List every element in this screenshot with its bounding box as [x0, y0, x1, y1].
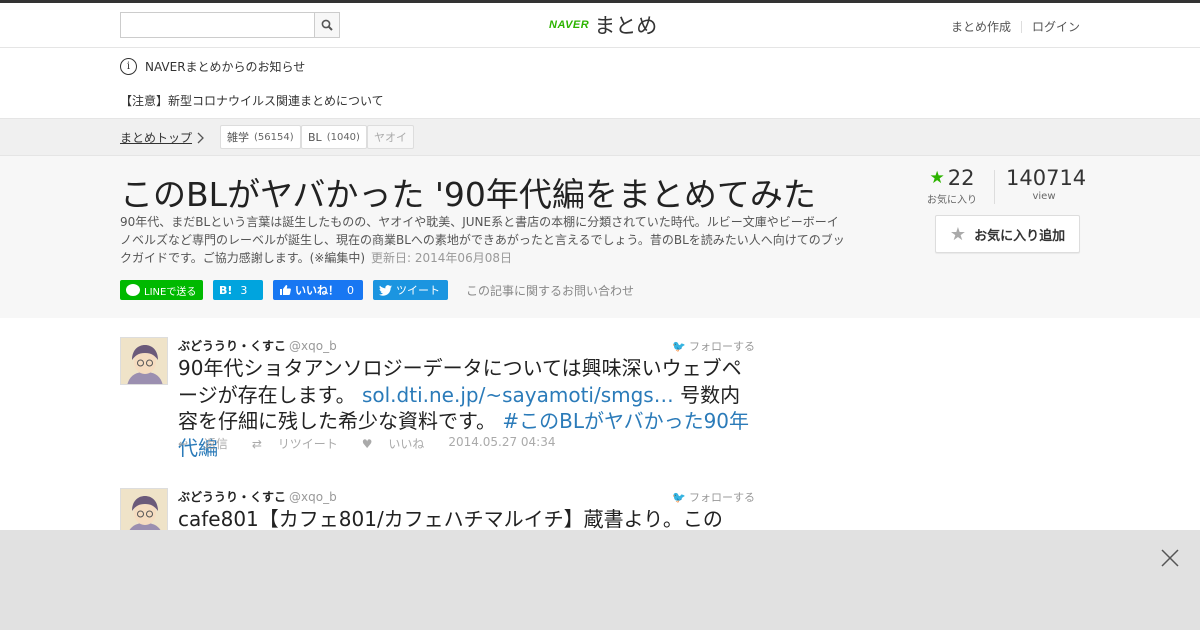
reply-icon: ↩ [178, 437, 192, 451]
tag-label: BL [308, 130, 322, 144]
article-description: 90年代、まだBLという言葉は誕生したものの、ヤオイや耽美、JUNE系と書店の本… [120, 213, 845, 267]
search-input[interactable] [120, 12, 315, 38]
header-divider [1020, 20, 1022, 33]
chevron-right-icon [197, 132, 204, 144]
twitter-bird-icon: 🐦 [672, 339, 686, 353]
share-buttons: LINEで送る B! 3 いいね！ 0 ツイート この記事に関するお問い合わせ [120, 280, 634, 300]
stat-divider [994, 170, 995, 204]
search-button[interactable] [314, 12, 340, 38]
star-icon: ★ [949, 223, 967, 245]
avatar-illustration [121, 338, 167, 384]
tweet-link[interactable]: sol.dti.ne.jp/~sayamoti/smgs… [362, 383, 674, 407]
avatar[interactable] [120, 488, 168, 536]
facebook-like-label: いいね！ [295, 284, 339, 297]
breadcrumb: まとめトップ 雑学 (56154) BL (1040) ヤオイ [0, 118, 1200, 156]
line-icon [126, 284, 140, 296]
tag-label: 雑学 [227, 131, 249, 144]
reply-label: 返信 [203, 437, 228, 451]
tag-label: ヤオイ [374, 131, 407, 144]
follow-button[interactable]: 🐦 フォローする [672, 489, 755, 505]
tweet-label: ツイート [396, 284, 440, 297]
hatena-icon: B! [219, 283, 233, 297]
author-handle: @xqo_b [289, 339, 337, 353]
view-number: 140714 [1006, 166, 1087, 190]
twitter-bird-icon [379, 284, 392, 296]
tag-bl[interactable]: BL (1040) [301, 125, 367, 149]
ad-overlay [0, 530, 1200, 630]
view-label: view [1032, 191, 1056, 202]
tweet-author[interactable]: ぶどううり・くすこ @xqo_b [178, 337, 337, 354]
favorites-number: 22 [947, 166, 975, 190]
author-handle: @xqo_b [289, 490, 337, 504]
tweet-date[interactable]: 2014.05.27 04:34 [448, 435, 555, 452]
notice-heading[interactable]: i NAVERまとめからのお知らせ [120, 58, 305, 75]
tweet-button[interactable]: ツイート [373, 280, 448, 300]
retweet-label: リツイート [277, 437, 338, 451]
line-share-label: LINEで送る [144, 286, 197, 298]
hatena-count: 3 [240, 283, 248, 297]
follow-label: フォローする [689, 340, 755, 353]
like-button[interactable]: ♥ いいね [362, 435, 437, 452]
updated-date: 更新日: 2014年06月08日 [371, 251, 512, 265]
author-name: ぶどううり・くすこ [178, 490, 287, 504]
page-title: このBLがヤバかった '90年代編をまとめてみた [120, 175, 816, 214]
breadcrumb-top-link[interactable]: まとめトップ [120, 129, 192, 146]
notice-heading-text: NAVERまとめからのお知らせ [145, 60, 306, 74]
notice-item-link[interactable]: 【注意】新型コロナウイルス関連まとめについて [120, 92, 384, 109]
follow-button[interactable]: 🐦 フォローする [672, 338, 755, 354]
author-name: ぶどううり・くすこ [178, 339, 287, 353]
favorites-count: ★ 22 お気に入り [922, 166, 982, 206]
info-icon: i [120, 58, 137, 75]
site-logo[interactable]: NAVER まとめ [549, 10, 657, 40]
site-header: NAVER まとめ まとめ作成 ログイン [0, 3, 1200, 48]
retweet-icon: ⇄ [251, 437, 266, 451]
search-icon [321, 19, 333, 31]
retweet-button[interactable]: ⇄ リツイート [252, 435, 350, 452]
tweet-author[interactable]: ぶどううり・くすこ @xqo_b [178, 488, 337, 505]
create-matome-link[interactable]: まとめ作成 [951, 18, 1011, 35]
inquiry-link[interactable]: この記事に関するお問い合わせ [466, 282, 634, 299]
article-header: このBLがヤバかった '90年代編をまとめてみた 90年代、まだBLという言葉は… [0, 156, 1200, 318]
line-share-button[interactable]: LINEで送る [120, 280, 203, 300]
tag-zatsugaku[interactable]: 雑学 (56154) [220, 125, 301, 149]
logo-matome: まとめ [594, 14, 658, 38]
header-links: まとめ作成 ログイン [951, 18, 1080, 35]
login-link[interactable]: ログイン [1032, 18, 1080, 35]
facebook-like-count: 0 [347, 283, 354, 297]
facebook-thumb-icon [280, 285, 291, 295]
tag-yaoi[interactable]: ヤオイ [367, 125, 414, 149]
favorites-label: お気に入り [927, 195, 977, 206]
tweet-actions: ↩ 返信 ⇄ リツイート ♥ いいね 2014.05.27 04:34 [178, 435, 567, 452]
add-favorite-label: お気に入り追加 [974, 228, 1066, 244]
tag-count: (56154) [254, 131, 294, 143]
twitter-bird-icon: 🐦 [672, 490, 686, 504]
hatena-bookmark-button[interactable]: B! 3 [213, 280, 263, 300]
star-icon: ★ [929, 168, 945, 188]
reply-button[interactable]: ↩ 返信 [178, 435, 240, 452]
view-count: 140714 view [1006, 166, 1087, 202]
heart-icon: ♥ [361, 437, 377, 451]
follow-label: フォローする [689, 491, 755, 504]
notice-section: i NAVERまとめからのお知らせ 【注意】新型コロナウイルス関連まとめについて [0, 48, 1200, 118]
like-label: いいね [388, 437, 425, 451]
logo-naver: NAVER [549, 19, 590, 31]
avatar[interactable] [120, 337, 168, 385]
facebook-like-button[interactable]: いいね！ 0 [273, 280, 363, 300]
avatar-illustration [121, 489, 167, 535]
tag-count: (1040) [326, 131, 360, 143]
add-favorite-button[interactable]: ★ お気に入り追加 [935, 215, 1080, 253]
close-icon[interactable] [1160, 548, 1180, 568]
